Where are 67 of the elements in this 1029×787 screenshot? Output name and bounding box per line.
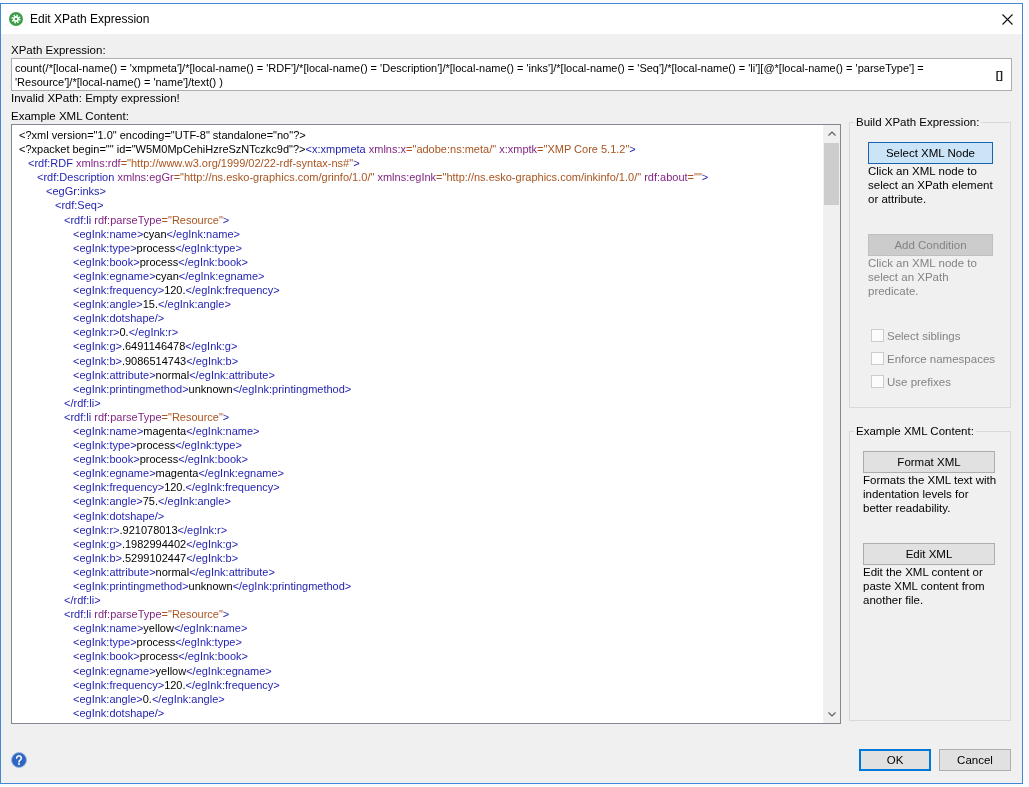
code-line: <egInk:g>.6491146478</egInk:g> — [73, 339, 238, 354]
window-title: Edit XPath Expression — [30, 12, 150, 26]
dialog-button[interactable]: OK — [859, 749, 931, 771]
help-icon[interactable] — [11, 752, 27, 768]
button-description: Formats the XML text with indentation levels for better readability. — [863, 473, 997, 515]
code-line: <egInk:r>.921078013</egInk:r> — [73, 522, 228, 537]
dialog-button[interactable]: Cancel — [939, 749, 1011, 771]
code-line: <egInk:frequency>120.</egInk:frequency> — [73, 283, 280, 298]
scrollbar-thumb[interactable] — [824, 143, 839, 205]
button-description: Edit the XML content or paste XML content from another file. — [863, 565, 986, 607]
code-line: <egInk:book>process</egInk:book> — [73, 649, 248, 664]
code-line: <egInk:attribute>normal</egInk:attribute> — [73, 564, 275, 579]
code-line: <egInk:b>.5299102447</egInk:b> — [73, 550, 239, 565]
code-line: <egInk:type>process</egInk:type> — [73, 240, 242, 255]
code-line: <egInk:name>cyan</egInk:name> — [73, 226, 240, 241]
code-line: <egInk:dotshape/> — [73, 508, 165, 523]
code-line: <egInk:name>yellow</egInk:name> — [73, 621, 248, 636]
code-line: <rdf:li rdf:parseType="Resource"> — [64, 409, 230, 424]
code-line: <rdf:Seq> — [55, 198, 104, 213]
code-line: <rdf:li rdf:parseType="Resource"> — [64, 212, 230, 227]
brackets-button[interactable]: [] — [993, 68, 1005, 81]
chevron-down-icon[interactable] — [827, 712, 836, 717]
field-label: XPath Expression: — [11, 43, 106, 58]
code-line: <egInk:printingmethod>unknown</egInk:printingmethod> — [73, 381, 352, 396]
field-label: Example XML Content: — [11, 109, 129, 124]
group-title: Example XML Content: — [855, 424, 975, 438]
code-line: <egInk:book>process</egInk:book> — [73, 254, 248, 269]
action-button[interactable]: Format XML — [863, 451, 995, 473]
code-line: <egInk:r>0.</egInk:r> — [73, 325, 179, 340]
code-line: <?xpacket begin="" id="W5M0MpCehiHzreSzNTczkc9d"?><x:xmpmeta xmlns:x="adobe:ns:meta/" x:xmptk="XMP Core 5.1.2"> — [19, 142, 636, 157]
code-line: <egInk:attribute>normal</egInk:attribute> — [73, 367, 275, 382]
code-line: <egInk:g>.1982994402</egInk:g> — [73, 536, 239, 551]
xpath-input[interactable]: count(/*[local-name() = 'xmpmeta']/*[local-name() = 'RDF']/*[local-name() = 'Description']/*[local-name() = 'inks']/*[local-name() = 'Seq']/*[local-name() = 'li'][@*[local-name() = 'parseType'] = 'Resource']/*[local-name() = 'name']/text() ) [] — [11, 58, 1012, 91]
button-description: Click an XML node to select an XPath predicate. — [868, 256, 978, 298]
code-line: <egInk:b>.9086514743</egInk:b> — [73, 353, 239, 368]
code-line: <egInk:egname>cyan</egInk:egname> — [73, 268, 265, 284]
close-icon — [1001, 13, 1013, 25]
code-line: <egInk:book>process</egInk:book> — [73, 452, 248, 467]
code-line: <egInk:frequency>120.</egInk:frequency> — [73, 677, 280, 692]
group-title: Build XPath Expression: — [855, 115, 981, 129]
code-line: <egInk:angle>0.</egInk:angle> — [73, 691, 225, 706]
scrollbar[interactable] — [823, 125, 840, 723]
action-button[interactable]: Select XML Node — [868, 142, 993, 164]
code-line: <egInk:frequency>120.</egInk:frequency> — [73, 480, 280, 495]
chevron-up-icon[interactable] — [827, 131, 836, 136]
validation-message: Invalid XPath: Empty expression! — [11, 91, 180, 106]
code-line: <egInk:type>process</egInk:type> — [73, 438, 242, 453]
code-line: <?xml version="1.0" encoding="UTF-8" standalone="no"?> — [19, 128, 306, 143]
code-line: <egInk:egname>magenta</egInk:egname> — [73, 466, 284, 481]
code-line: <egInk:type>process</egInk:type> — [73, 635, 242, 650]
code-line: <egGr:inks> — [46, 184, 106, 199]
action-button[interactable]: Edit XML — [863, 543, 995, 565]
gear-icon — [9, 12, 23, 26]
code-line: <rdf:li rdf:parseType="Resource"> — [64, 607, 230, 622]
code-line: <rdf:RDF xmlns:rdf="http://www.w3.org/1999/02/22-rdf-syntax-ns#"> — [28, 156, 360, 171]
code-line: <rdf:Description xmlns:egGr="http://ns.esko-graphics.com/grinfo/1.0/" xmlns:egInk="http://ns.esko-graphics.com/inkinfo/1.0/" rdf:about=""> — [37, 170, 709, 185]
code-line: <egInk:angle>15.</egInk:angle> — [73, 297, 231, 312]
code-line: <egInk:dotshape/> — [73, 311, 165, 326]
code-line: </rdf:li> — [64, 395, 101, 410]
code-line: <egInk:angle>75.</egInk:angle> — [73, 494, 231, 509]
code-line: </rdf:li> — [64, 593, 101, 608]
button-description: Click an XML node to select an XPath element or attribute. — [868, 164, 994, 206]
code-line: <egInk:egname>yellow</egInk:egname> — [73, 663, 272, 678]
code-line: <egInk:name>magenta</egInk:name> — [73, 423, 260, 439]
xml-editor[interactable] — [11, 124, 841, 724]
code-line: <egInk:dotshape/> — [73, 705, 165, 720]
code-line: <egInk:printingmethod>unknown</egInk:printingmethod> — [73, 579, 352, 594]
